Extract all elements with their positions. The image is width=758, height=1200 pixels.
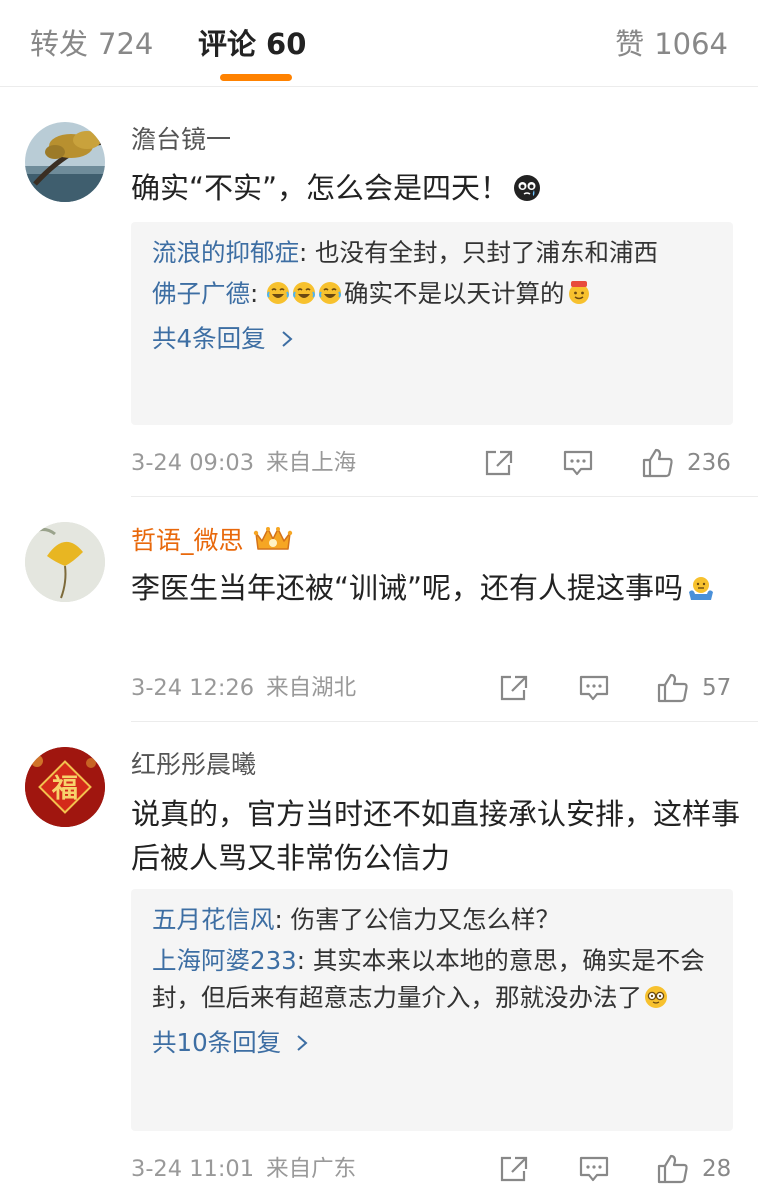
comment-source: 来自上海 xyxy=(266,450,357,476)
laugh-cry-emoji-icon xyxy=(292,278,316,304)
comment-date: 3-24 09:03 xyxy=(131,450,255,476)
svg-text:福: 福 xyxy=(51,774,78,804)
reply-username[interactable]: 五月花信风 xyxy=(152,905,275,934)
comment-icon[interactable] xyxy=(577,672,611,704)
reply-username[interactable]: 流浪的抑郁症 xyxy=(152,238,299,267)
thumbs-up-icon xyxy=(657,673,688,703)
comment-icon[interactable] xyxy=(561,447,595,479)
comment-tabs-bar: 转发 724 评论 60 赞 1064 xyxy=(0,0,758,87)
tab-comments-count: 60 xyxy=(266,27,307,61)
tab-likes-count: 1064 xyxy=(654,27,728,61)
reply-text: 确实不是以天计算的 xyxy=(344,279,565,308)
tab-comments[interactable]: 评论 60 xyxy=(198,24,306,64)
laugh-cry-emoji-icon xyxy=(266,278,290,304)
shrug-emoji-icon xyxy=(687,570,715,600)
reply-text: 伤害了公信力又怎么样？ xyxy=(290,905,561,934)
like-button[interactable]: 28 xyxy=(656,1153,731,1185)
view-more-replies-label: 共4条回复 xyxy=(152,324,266,353)
like-button[interactable]: 57 xyxy=(656,672,731,704)
reply-item[interactable]: 流浪的抑郁症: 也没有全封，只封了浦东和浦西 xyxy=(152,234,713,271)
comment-text: 说真的，官方当时还不如直接承认安排，这样事后被人骂又非常伤公信力 xyxy=(131,797,741,875)
view-more-replies-link[interactable]: 共4条回复 xyxy=(152,320,713,357)
reply-separator: : xyxy=(250,279,267,308)
tab-repost-count: 724 xyxy=(98,27,154,61)
like-count: 28 xyxy=(702,1156,732,1182)
tab-likes-label: 赞 xyxy=(615,27,645,61)
666-emoji-icon xyxy=(567,278,591,304)
vip-crown-icon xyxy=(252,523,294,555)
share-icon[interactable] xyxy=(482,447,516,479)
chevron-right-icon xyxy=(295,1024,309,1051)
thumbs-up-icon xyxy=(657,1154,688,1184)
laugh-cry-emoji-icon xyxy=(318,278,342,304)
comment-date: 3-24 12:26 xyxy=(131,675,255,701)
reply-username[interactable]: 佛子广德 xyxy=(152,279,250,308)
comment-date: 3-24 11:01 xyxy=(131,1156,255,1182)
comment-text: 李医生当年还被“训诫”呢，还有人提这事吗 xyxy=(131,566,741,610)
comment-divider xyxy=(131,496,758,497)
reply-username[interactable]: 上海阿婆233 xyxy=(152,946,297,975)
share-icon[interactable] xyxy=(497,1153,531,1185)
crying-face-emoji-icon xyxy=(513,170,541,201)
comment-username-text: 哲语_微思 xyxy=(131,526,244,555)
comment-text-content: 李医生当年还被“训诫”呢，还有人提这事吗 xyxy=(131,571,684,605)
comment-text: 确实“不实”，怎么会是四天！ xyxy=(131,166,741,210)
reply-item[interactable]: 五月花信风: 伤害了公信力又怎么样？ xyxy=(152,901,713,938)
comment-icon[interactable] xyxy=(577,1153,611,1185)
share-icon[interactable] xyxy=(497,672,531,704)
like-button[interactable]: 236 xyxy=(641,447,731,479)
tab-repost[interactable]: 转发 724 xyxy=(30,24,153,64)
comment-meta: 3-24 12:26 来自湖北 xyxy=(131,673,356,703)
comment-source: 来自湖北 xyxy=(266,675,357,701)
like-count: 236 xyxy=(687,450,731,476)
reply-separator: : xyxy=(299,238,316,267)
avatar[interactable] xyxy=(25,522,105,602)
comment-username[interactable]: 红彤彤晨曦 xyxy=(131,748,256,782)
chevron-right-icon xyxy=(280,320,294,347)
avatar[interactable]: 福 xyxy=(25,747,105,827)
reply-separator: : xyxy=(296,946,313,975)
comment-username[interactable]: 哲语_微思 xyxy=(131,523,294,558)
comment-divider xyxy=(131,721,758,722)
reply-item[interactable]: 上海阿婆233: 其实本来以本地的意思，确实是不会封，但后来有超意志力量介入，那… xyxy=(152,942,713,1016)
reply-box: 五月花信风: 伤害了公信力又怎么样？ 上海阿婆233: 其实本来以本地的意思，确… xyxy=(131,889,733,1131)
view-more-replies-label: 共10条回复 xyxy=(152,1028,282,1057)
active-tab-indicator xyxy=(220,74,292,81)
comment-text-content: 确实“不实”，怎么会是四天！ xyxy=(131,171,510,205)
reply-separator: : xyxy=(274,905,291,934)
tab-comments-label: 评论 xyxy=(198,27,257,61)
reply-text: 也没有全封，只封了浦东和浦西 xyxy=(315,238,659,267)
view-more-replies-link[interactable]: 共10条回复 xyxy=(152,1024,713,1061)
tab-repost-label: 转发 xyxy=(30,27,89,61)
glasses-face-emoji-icon xyxy=(644,982,668,1008)
reply-item[interactable]: 佛子广德: 确实不是以天计算的 xyxy=(152,275,713,312)
comment-meta: 3-24 11:01 来自广东 xyxy=(131,1154,356,1184)
thumbs-up-icon xyxy=(642,448,673,478)
reply-box: 流浪的抑郁症: 也没有全封，只封了浦东和浦西 佛子广德: 确实不是以天计算的 共… xyxy=(131,222,733,425)
comment-username[interactable]: 澹台镜一 xyxy=(131,123,231,157)
like-count: 57 xyxy=(702,675,732,701)
comment-meta: 3-24 09:03 来自上海 xyxy=(131,448,356,478)
tab-likes[interactable]: 赞 1064 xyxy=(615,24,728,64)
comment-source: 来自广东 xyxy=(266,1156,357,1182)
avatar[interactable] xyxy=(25,122,105,202)
